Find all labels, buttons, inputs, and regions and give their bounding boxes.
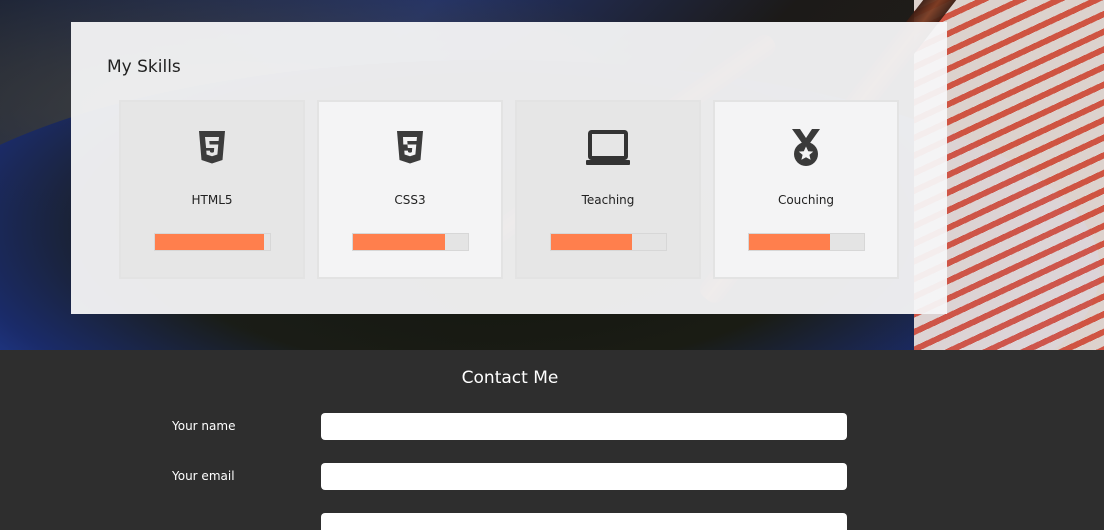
email-label: Your email xyxy=(172,469,235,483)
form-row-name: Your name xyxy=(0,413,1104,440)
skill-label: HTML5 xyxy=(191,193,233,207)
skill-label: Couching xyxy=(777,193,835,207)
html5-icon xyxy=(190,128,234,168)
form-row-message xyxy=(0,513,1104,530)
email-input[interactable] xyxy=(321,463,847,490)
hero-background-image: My Skills HTML5 CSS3 Teaching Couching xyxy=(0,0,1104,350)
name-label: Your name xyxy=(172,419,236,433)
skill-progress-fill xyxy=(353,234,445,250)
skills-title: My Skills xyxy=(107,57,181,77)
page: My Skills HTML5 CSS3 Teaching Couching C… xyxy=(0,0,1104,530)
laptop-icon xyxy=(586,128,630,168)
skill-progress-bar xyxy=(352,233,469,251)
medal-icon xyxy=(784,128,828,168)
skill-card-html5[interactable]: HTML5 xyxy=(119,100,305,279)
skill-card-teaching[interactable]: Teaching xyxy=(515,100,701,279)
skills-panel: My Skills HTML5 CSS3 Teaching Couching xyxy=(71,22,947,314)
skill-label: CSS3 xyxy=(394,193,426,207)
css3-icon xyxy=(388,128,432,168)
skill-card-css3[interactable]: CSS3 xyxy=(317,100,503,279)
skill-progress-bar xyxy=(748,233,865,251)
skill-progress-bar xyxy=(550,233,667,251)
skill-progress-fill xyxy=(749,234,830,250)
skill-progress-bar xyxy=(154,233,271,251)
skill-progress-fill xyxy=(551,234,632,250)
skill-cards: HTML5 CSS3 Teaching Couching xyxy=(119,100,899,279)
skill-card-couching[interactable]: Couching xyxy=(713,100,899,279)
contact-section: Contact Me Your name Your email xyxy=(0,350,1104,530)
form-row-email: Your email xyxy=(0,463,1104,490)
contact-title: Contact Me xyxy=(461,368,559,388)
skill-label: Teaching xyxy=(581,193,635,207)
skill-progress-fill xyxy=(155,234,265,250)
name-input[interactable] xyxy=(321,413,847,440)
message-input[interactable] xyxy=(321,513,847,530)
